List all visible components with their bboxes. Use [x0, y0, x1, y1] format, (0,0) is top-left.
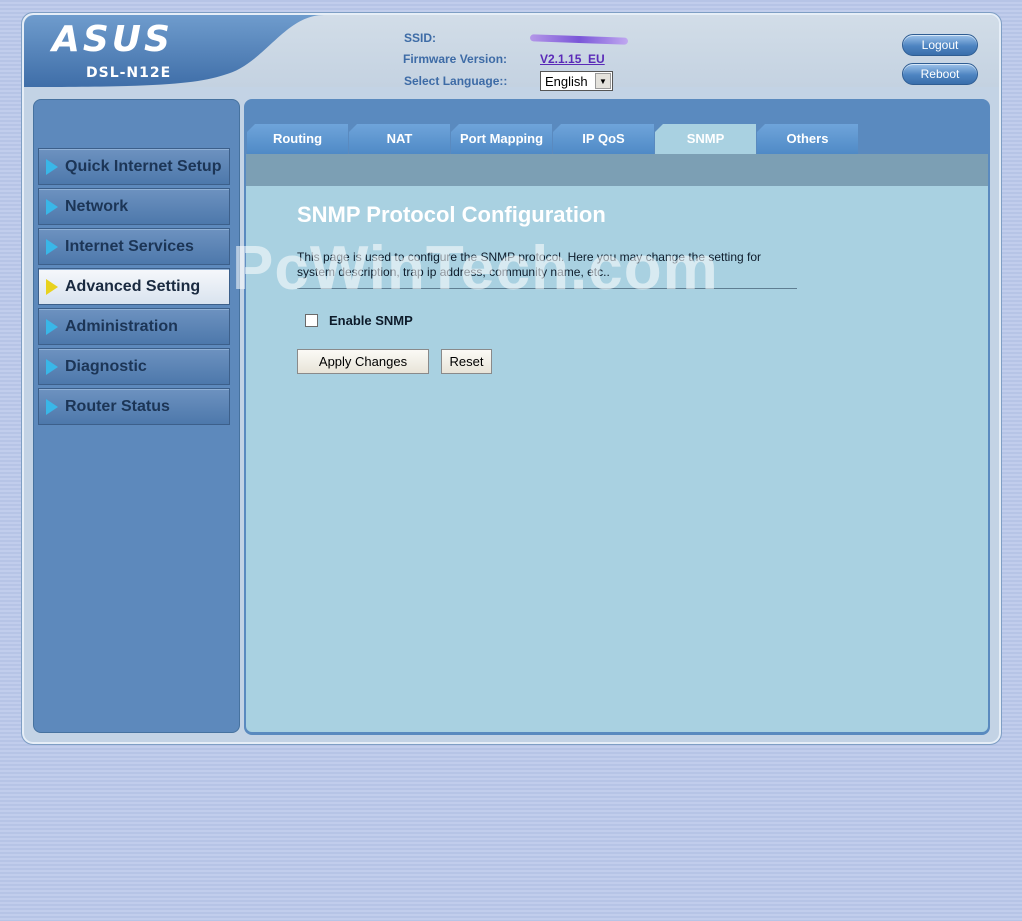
sidebar-item-administration[interactable]: Administration [38, 308, 230, 345]
model-name: DSL-N12E [86, 65, 172, 81]
sidebar-item-quick-internet-setup[interactable]: Quick Internet Setup [38, 148, 230, 185]
reset-button[interactable]: Reset [441, 349, 492, 374]
sidebar-item-diagnostic[interactable]: Diagnostic [38, 348, 230, 385]
reboot-button[interactable]: Reboot [902, 63, 978, 85]
arrow-right-icon [46, 199, 58, 215]
arrow-right-icon [46, 279, 58, 295]
sidebar-item-label: Quick Internet Setup [65, 158, 222, 175]
tab-others[interactable]: Others [757, 124, 858, 154]
sidebar-item-internet-services[interactable]: Internet Services [38, 228, 230, 265]
watermark: PcWinTech.com [232, 234, 719, 303]
sidebar-item-label: Router Status [65, 398, 170, 415]
sidebar-item-label: Network [65, 198, 129, 215]
page-title: SNMP Protocol Configuration [297, 202, 606, 227]
asus-logo: ASUS [52, 19, 173, 60]
chevron-down-icon[interactable]: ▼ [595, 73, 611, 89]
tab-port-mapping[interactable]: Port Mapping [451, 124, 552, 154]
sidebar-item-label: Diagnostic [65, 358, 147, 375]
arrow-right-icon [46, 359, 58, 375]
language-label: Select Language:: [404, 74, 508, 88]
tab-snmp[interactable]: SNMP [655, 124, 756, 154]
tab-ip-qos[interactable]: IP QoS [553, 124, 654, 154]
sidebar-item-network[interactable]: Network [38, 188, 230, 225]
sidebar-item-label: Advanced Setting [65, 278, 201, 295]
sidebar-item-advanced-setting[interactable]: Advanced Setting [38, 268, 230, 305]
apply-changes-button[interactable]: Apply Changes [297, 349, 429, 374]
tab-routing[interactable]: Routing [247, 124, 348, 154]
logout-button[interactable]: Logout [902, 34, 978, 56]
firmware-version-link[interactable]: V2.1.15_EU [540, 52, 605, 66]
sidebar-item-router-status[interactable]: Router Status [38, 388, 230, 425]
language-select-value: English [545, 74, 588, 89]
ssid-label: SSID: [404, 31, 437, 45]
arrow-right-icon [46, 319, 58, 335]
enable-snmp-label: Enable SNMP [329, 313, 413, 328]
arrow-right-icon [46, 399, 58, 415]
arrow-right-icon [46, 159, 58, 175]
firmware-label: Firmware Version: [403, 52, 508, 66]
sidebar-item-label: Administration [65, 318, 178, 335]
language-select[interactable]: English ▼ [540, 71, 613, 91]
arrow-right-icon [46, 239, 58, 255]
tab-nat[interactable]: NAT [349, 124, 450, 154]
content-band [246, 154, 988, 186]
sidebar-item-label: Internet Services [65, 238, 194, 255]
enable-snmp-checkbox[interactable] [305, 314, 318, 327]
